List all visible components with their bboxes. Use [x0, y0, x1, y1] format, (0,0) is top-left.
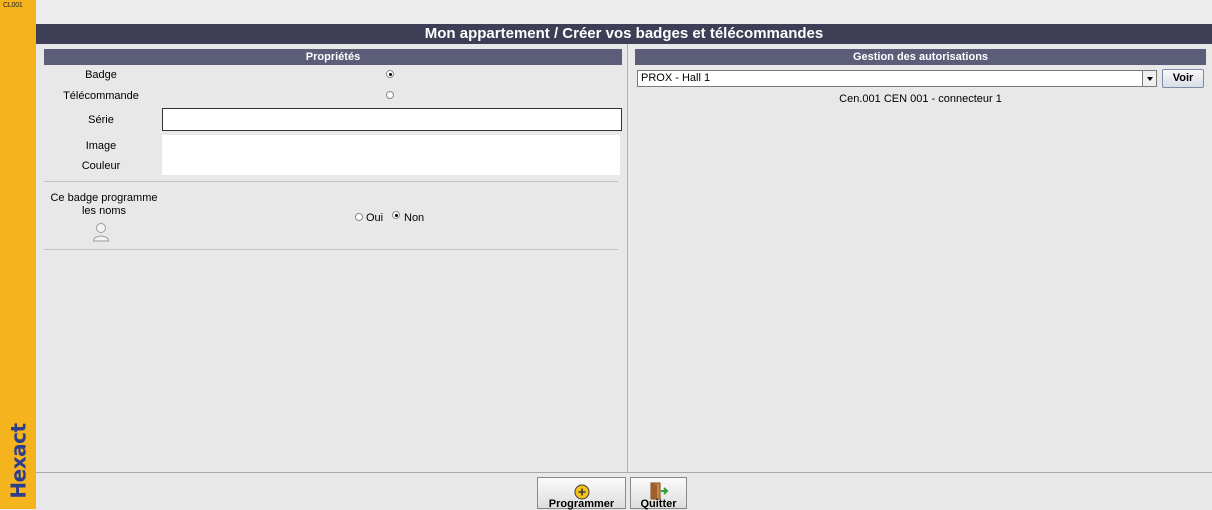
- chevron-down-icon[interactable]: [1142, 71, 1156, 86]
- divider: [44, 181, 618, 182]
- authorizations-header: Gestion des autorisations: [635, 49, 1206, 65]
- voir-button[interactable]: Voir: [1162, 69, 1204, 88]
- image-label: Image: [85, 140, 117, 152]
- program-names-oui-radio[interactable]: [355, 213, 363, 221]
- image-color-area: [162, 135, 620, 175]
- station-code: CL001: [3, 2, 23, 9]
- serie-label: Série: [88, 114, 114, 126]
- remote-label: Télécommande: [63, 90, 139, 102]
- top-spacer: [36, 0, 1212, 24]
- program-button-label: Programmer: [548, 498, 615, 510]
- badge-label: Badge: [85, 69, 117, 81]
- quit-button-label: Quitter: [640, 498, 677, 510]
- oui-label: Oui: [366, 212, 384, 224]
- brand-logo-text: Hexact: [7, 423, 31, 499]
- access-select[interactable]: PROX - Hall 1: [637, 70, 1157, 87]
- footer-divider: [36, 472, 1212, 473]
- brand-strip: CL001 Hexact: [0, 0, 36, 509]
- page-title: Mon appartement / Créer vos badges et té…: [36, 24, 1212, 44]
- access-select-value: PROX - Hall 1: [641, 72, 711, 84]
- divider: [44, 249, 618, 250]
- badge-radio[interactable]: [386, 70, 394, 78]
- properties-header: Propriétés: [44, 49, 622, 65]
- panel-divider: [627, 44, 628, 472]
- quit-button[interactable]: Quitter: [630, 477, 687, 510]
- couleur-label: Couleur: [81, 160, 121, 172]
- serie-input[interactable]: [162, 108, 622, 131]
- remote-radio[interactable]: [386, 91, 394, 99]
- user-icon: [92, 223, 110, 242]
- program-names-non-radio[interactable]: [392, 211, 400, 219]
- program-names-label: Ce badge programme les noms: [50, 192, 158, 217]
- program-button[interactable]: Programmer: [537, 477, 626, 510]
- non-label: Non: [404, 212, 425, 224]
- connector-info: Cen.001 CEN 001 - connecteur 1: [839, 93, 1002, 105]
- brand-logo: Hexact: [4, 416, 34, 506]
